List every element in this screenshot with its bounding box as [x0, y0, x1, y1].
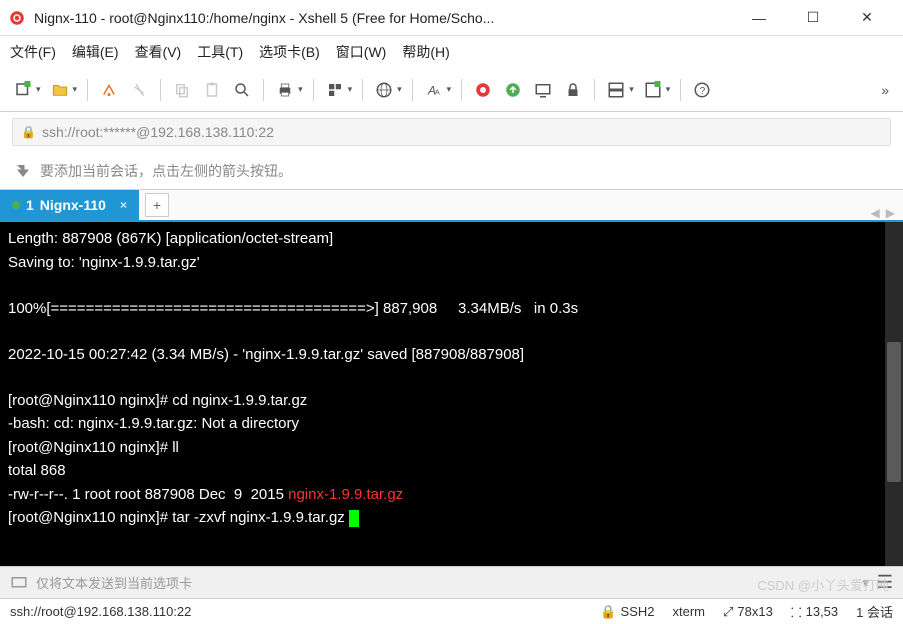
window-title: Nignx-110 - root@Nginx110:/home/nginx - … [34, 10, 743, 26]
xftp-icon[interactable] [500, 77, 526, 103]
menu-edit[interactable]: 编辑(E) [72, 42, 119, 62]
terminal-scrollbar[interactable] [885, 222, 903, 566]
close-button[interactable]: ✕ [851, 6, 883, 30]
tile-horiz-icon[interactable] [603, 77, 629, 103]
menu-tools[interactable]: 工具(T) [197, 42, 243, 62]
reconnect-icon[interactable] [96, 77, 122, 103]
menu-help[interactable]: 帮助(H) [402, 42, 449, 62]
toolbar-overflow-icon[interactable]: » [877, 78, 893, 102]
tab-prev-icon[interactable]: ◀ [871, 206, 880, 220]
open-dropdown[interactable]: ▾ [73, 84, 78, 95]
xshell-icon[interactable] [470, 77, 496, 103]
status-pos: ⸬ 13,53 [791, 603, 838, 621]
connection-status-icon [12, 201, 20, 209]
scrollbar-thumb[interactable] [887, 342, 901, 482]
app-icon [8, 9, 26, 27]
menu-view[interactable]: 查看(V) [135, 42, 182, 62]
open-icon[interactable] [47, 77, 73, 103]
fullscreen-icon[interactable] [640, 77, 666, 103]
status-term: xterm [673, 604, 706, 619]
minimize-button[interactable]: — [743, 6, 775, 30]
term-cmd: ll [172, 439, 179, 456]
menu-file[interactable]: 文件(F) [10, 42, 56, 62]
menu-window[interactable]: 窗口(W) [336, 42, 387, 62]
properties-dropdown[interactable]: ▾ [348, 84, 353, 95]
lock-icon[interactable] [560, 77, 586, 103]
tab-add-button[interactable]: + [145, 193, 169, 217]
help-icon[interactable]: ? [689, 77, 715, 103]
status-size: ⤢ 78x13 [723, 604, 773, 620]
cursor [349, 510, 359, 527]
print-icon[interactable] [272, 77, 298, 103]
tile-dropdown[interactable]: ▾ [629, 84, 634, 95]
terminal[interactable]: Length: 887908 (867K) [application/octet… [0, 222, 903, 566]
globe-icon[interactable] [371, 77, 397, 103]
toolbar: ▾ ▾ ▾ ▾ ▾ AA ▾ ▾ ▾ ? » [0, 68, 903, 112]
new-session-dropdown[interactable]: ▾ [36, 84, 41, 95]
term-filename: nginx-1.9.9.tar.gz [288, 486, 403, 503]
lock-small-icon: 🔒 [21, 125, 36, 139]
titlebar: Nignx-110 - root@Nginx110:/home/nginx - … [0, 0, 903, 36]
term-prompt: [root@Nginx110 nginx]# [8, 392, 172, 409]
print-dropdown[interactable]: ▾ [298, 84, 303, 95]
find-icon[interactable] [229, 77, 255, 103]
term-ls: -rw-r--r--. 1 root root 887908 Dec 9 201… [8, 486, 288, 503]
tabbar: 1 Nignx-110 × + ◀ ▶ [0, 190, 903, 222]
tab-next-icon[interactable]: ▶ [886, 206, 895, 220]
globe-dropdown[interactable]: ▾ [397, 84, 402, 95]
status-session: 1 会话 [856, 602, 893, 621]
term-line: 100%[===================================… [8, 300, 578, 317]
disconnect-icon[interactable] [126, 77, 152, 103]
address-input[interactable]: 🔒 ssh://root:******@192.168.138.110:22 [12, 118, 891, 146]
term-line: Saving to: 'nginx-1.9.9.tar.gz' [8, 254, 200, 271]
hint-text: 要添加当前会话，点击左侧的箭头按钮。 [40, 161, 292, 181]
term-line: 2022-10-15 00:27:42 (3.34 MB/s) - 'nginx… [8, 346, 524, 363]
term-error: -bash: cd: nginx-1.9.9.tar.gz: Not a dir… [8, 415, 299, 432]
statusbar: ssh://root@192.168.138.110:22 🔒 SSH2 xte… [0, 598, 903, 624]
send-icon[interactable] [10, 574, 28, 592]
copy-icon[interactable] [169, 77, 195, 103]
font-dropdown[interactable]: ▾ [447, 84, 452, 95]
status-connection: ssh://root@192.168.138.110:22 [10, 604, 582, 619]
tab-label: Nignx-110 [40, 197, 106, 213]
tab-index: 1 [26, 197, 34, 213]
tab-close-icon[interactable]: × [120, 198, 127, 212]
hintbar: 要添加当前会话，点击左侧的箭头按钮。 [0, 152, 903, 190]
term-prompt: [root@Nginx110 nginx]# [8, 439, 172, 456]
status-protocol: 🔒 SSH2 [600, 604, 654, 620]
term-prompt: [root@Nginx110 nginx]# [8, 509, 172, 526]
term-line: total 868 [8, 462, 66, 479]
font-icon[interactable]: AA [421, 77, 447, 103]
fullscreen-dropdown[interactable]: ▾ [666, 84, 671, 95]
send-input[interactable]: 仅将文本发送到当前选项卡 [36, 573, 854, 592]
properties-icon[interactable] [322, 77, 348, 103]
term-line: Length: 887908 (867K) [application/octet… [8, 230, 333, 247]
tab-active[interactable]: 1 Nignx-110 × [0, 190, 139, 220]
new-session-icon[interactable] [10, 77, 36, 103]
maximize-button[interactable]: ☐ [797, 6, 829, 30]
menu-tab[interactable]: 选项卡(B) [259, 42, 320, 62]
screen-icon[interactable] [530, 77, 556, 103]
menubar: 文件(F) 编辑(E) 查看(V) 工具(T) 选项卡(B) 窗口(W) 帮助(… [0, 36, 903, 68]
svg-text:A: A [434, 87, 439, 96]
add-arrow-icon[interactable] [14, 162, 32, 180]
paste-icon[interactable] [199, 77, 225, 103]
term-cmd: tar -zxvf nginx-1.9.9.tar.gz [172, 509, 349, 526]
address-text: ssh://root:******@192.168.138.110:22 [42, 124, 274, 140]
addressbar: 🔒 ssh://root:******@192.168.138.110:22 [0, 112, 903, 152]
watermark: CSDN @小丫头爱打盹 [757, 575, 889, 594]
term-cmd: cd nginx-1.9.9.tar.gz [172, 392, 307, 409]
svg-text:?: ? [700, 85, 706, 96]
